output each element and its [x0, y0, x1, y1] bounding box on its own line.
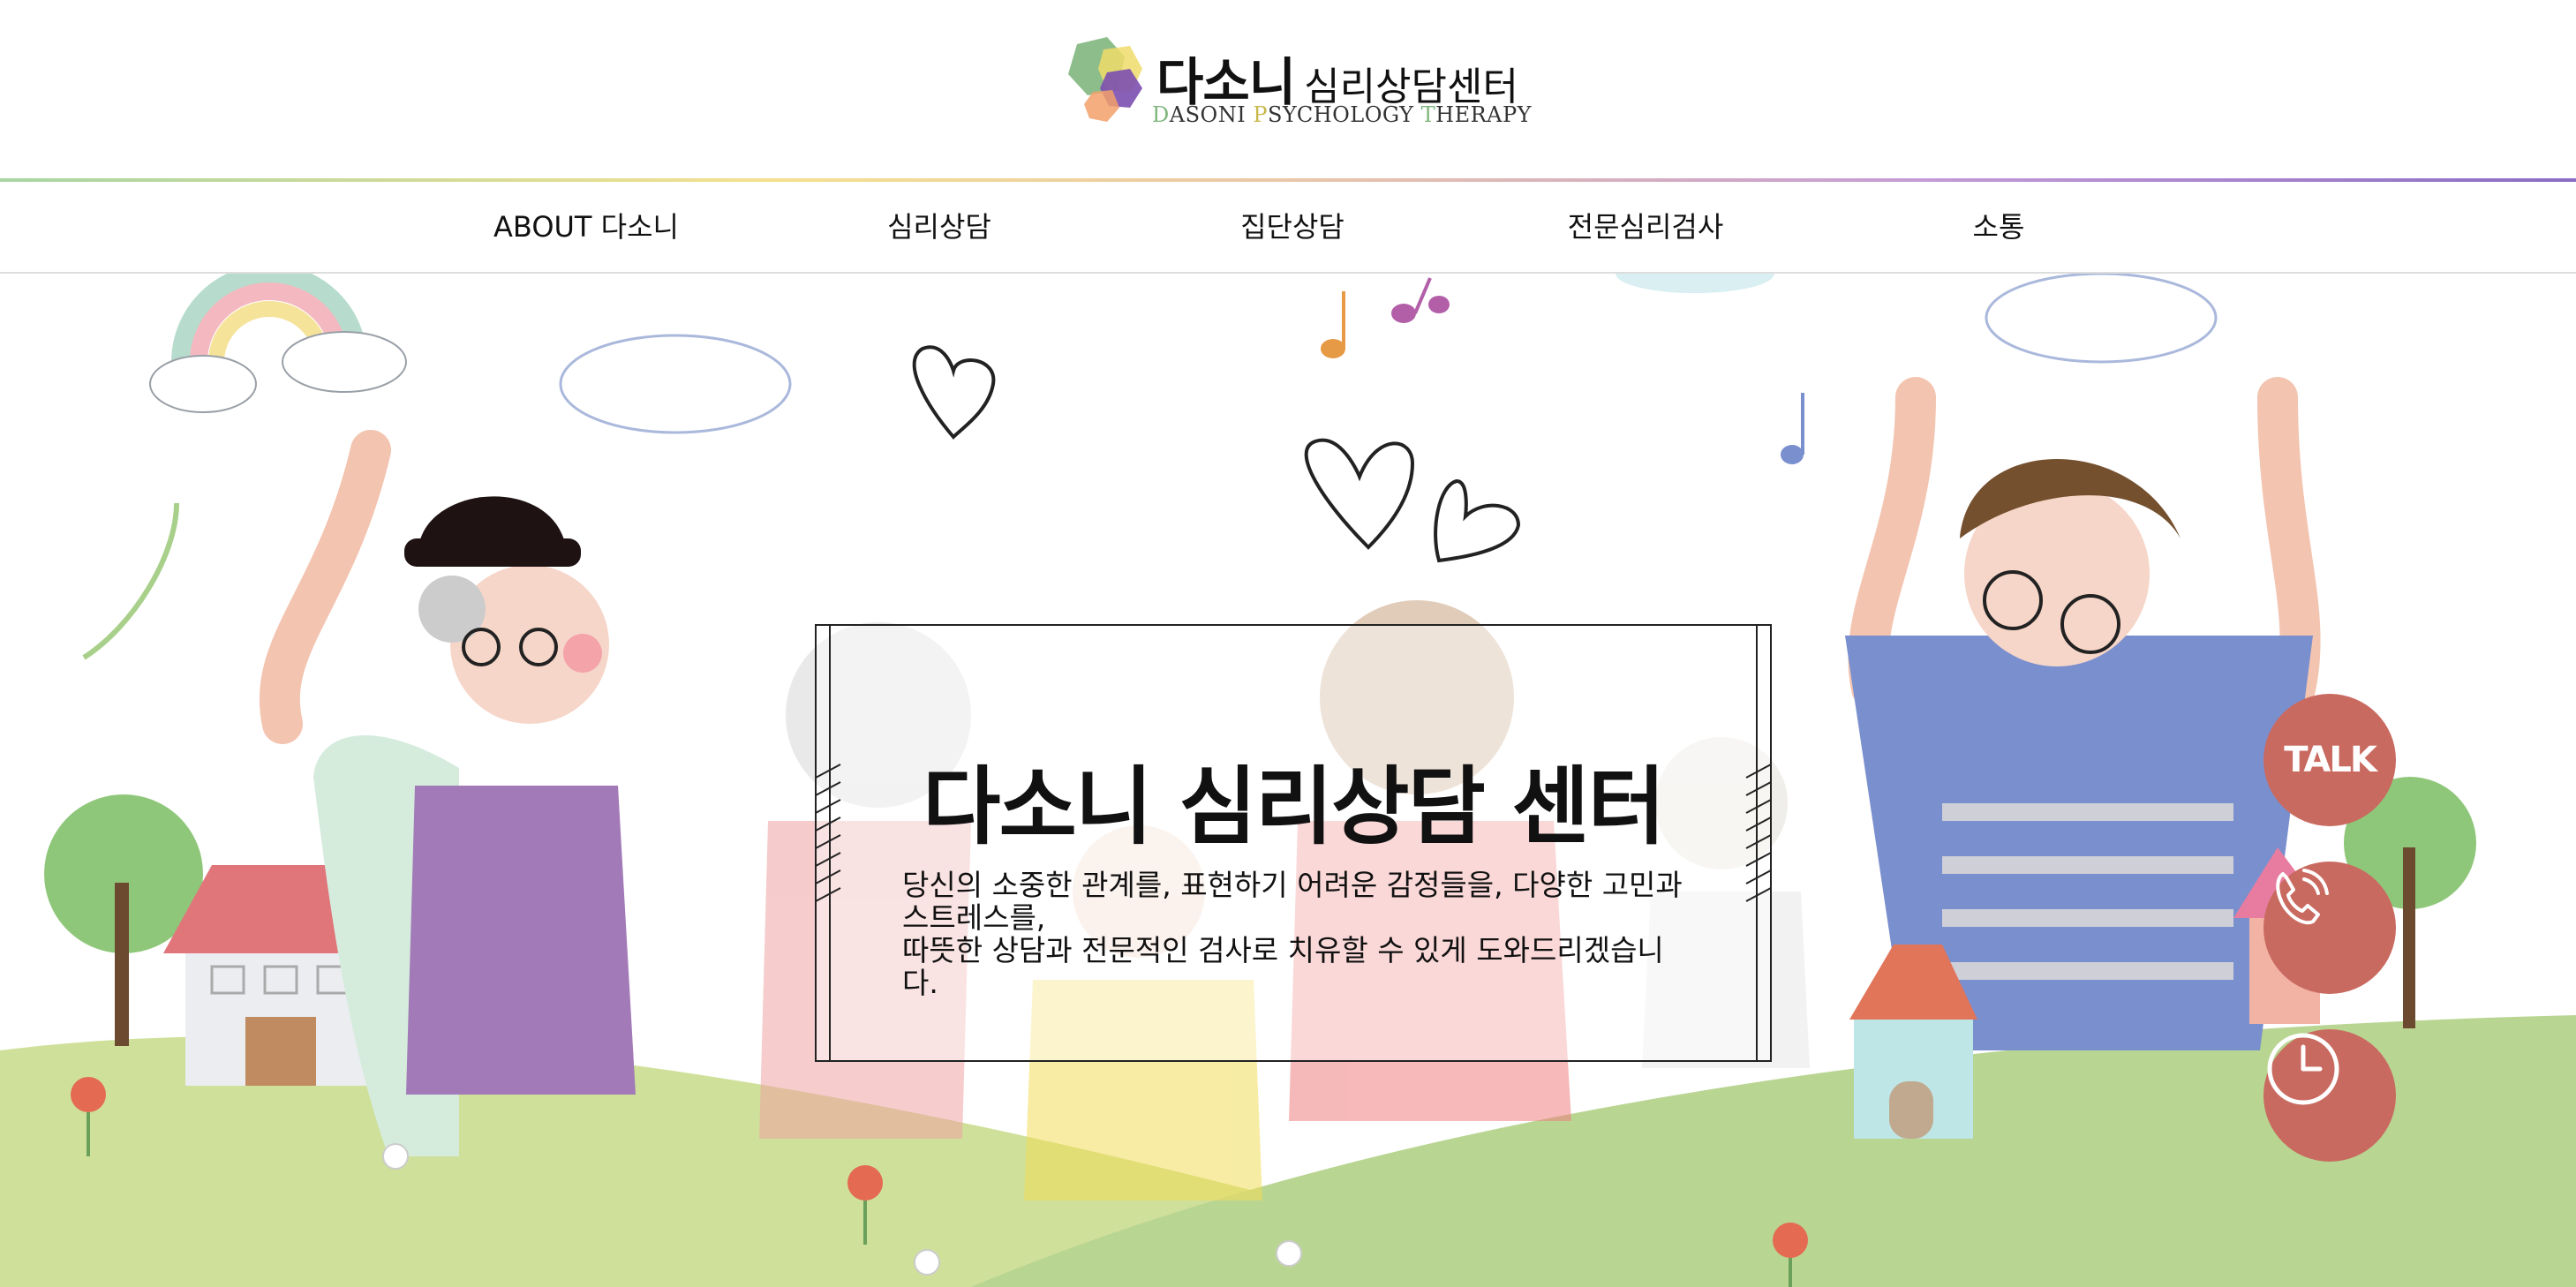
heart-icon — [1304, 438, 1415, 550]
heart-icon — [912, 345, 996, 440]
cloud-icon — [1985, 274, 2218, 364]
site-logo[interactable]: 다소니 심리상담센터 DASONI PSYCHOLOGY THERAPY — [1068, 37, 1532, 134]
leaf-icon — [82, 502, 179, 660]
music-note-icon — [1321, 277, 1804, 464]
site-header: 다소니 심리상담센터 DASONI PSYCHOLOGY THERAPY — [0, 0, 2576, 180]
clock-icon — [2267, 1033, 2339, 1105]
cloud-icon — [559, 334, 792, 434]
nav-item-about[interactable]: ABOUT 다소니 — [454, 182, 719, 272]
hero-description-line: 당신의 소중한 관계를, 표현하기 어려운 감정들을, 다양한 고민과 스트레스… — [902, 868, 1683, 935]
hours-button[interactable] — [2263, 1029, 2396, 1162]
nav-item-community[interactable]: 소통 — [1866, 182, 2131, 272]
main-nav: ABOUT 다소니 심리상담 집단상담 전문심리검사 소통 — [0, 182, 2576, 274]
cloud-icon — [1616, 274, 1774, 293]
hero-description: 당신의 소중한 관계를, 표현하기 어려운 감정들을, 다양한 고민과 스트레스… — [902, 869, 1697, 999]
hero-banner: 다소니 심리상담 센터 당신의 소중한 관계를, 표현하기 어려운 감정들을, … — [0, 274, 2576, 1287]
hero-text-panel: 다소니 심리상담 센터 당신의 소중한 관계를, 표현하기 어려운 감정들을, … — [814, 623, 1773, 1063]
nav-item-counseling[interactable]: 심리상담 — [807, 182, 1072, 272]
talk-button[interactable]: TALK — [2263, 694, 2396, 826]
hero-description-line: 따뜻한 상담과 전문적인 검사로 치유할 수 있게 도와드리겠습니다. — [902, 933, 1664, 1000]
nav-item-group-counseling[interactable]: 집단상담 — [1160, 182, 1425, 272]
talk-icon: TALK — [2284, 740, 2377, 780]
heart-icon — [1434, 478, 1521, 563]
phone-icon — [2276, 869, 2329, 925]
rainbow-icon — [149, 274, 407, 413]
phone-button[interactable] — [2263, 862, 2396, 994]
nav-item-psych-testing[interactable]: 전문심리검사 — [1513, 182, 1778, 272]
tree-icon — [44, 794, 203, 1046]
hero-title: 다소니 심리상담 센터 — [923, 757, 1666, 856]
logo-subtitle: DASONI PSYCHOLOGY THERAPY — [1152, 102, 1532, 127]
logo-mark-icon — [1068, 37, 1142, 122]
